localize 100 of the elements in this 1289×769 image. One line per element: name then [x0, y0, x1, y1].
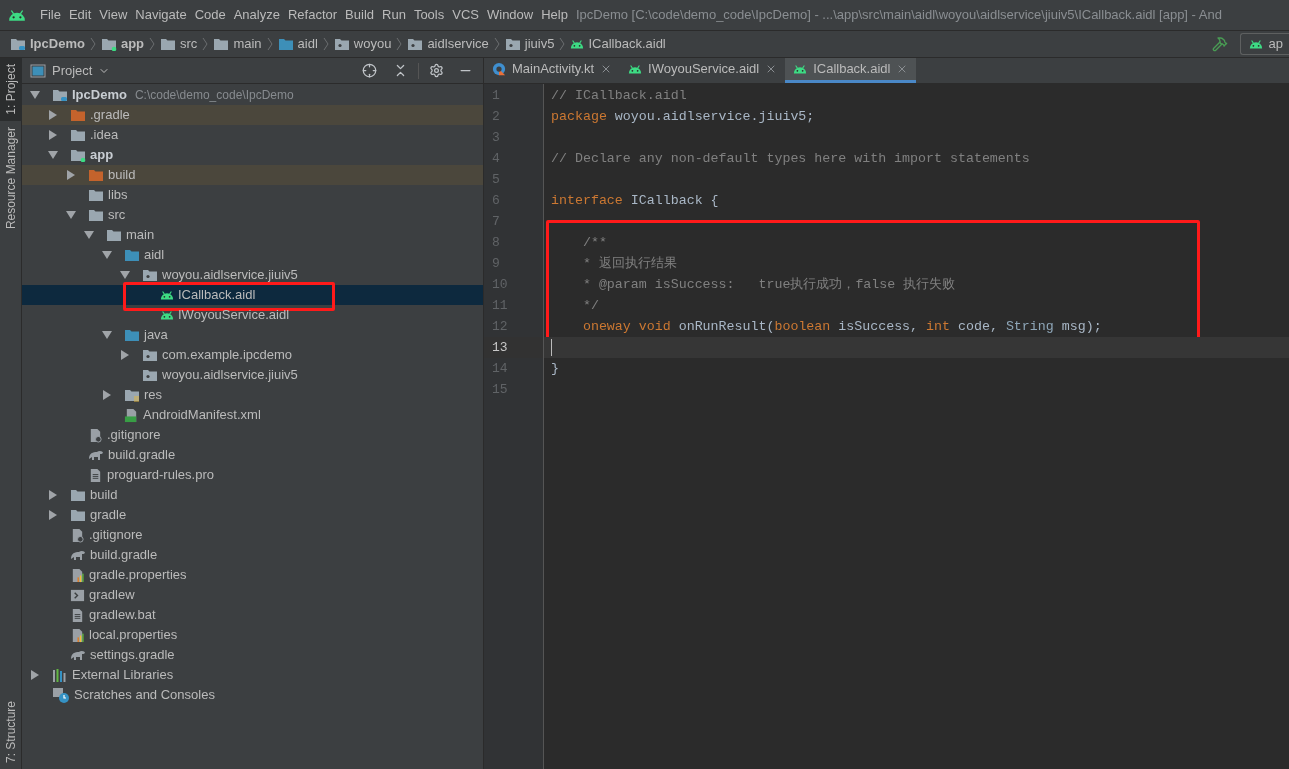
tree-item[interactable]: local.properties — [22, 625, 483, 645]
settings-icon[interactable] — [429, 63, 444, 78]
tree-item-label: gradle.properties — [89, 566, 187, 585]
tool-window-tab[interactable]: 1: Project — [0, 58, 22, 121]
tree-item[interactable]: com.example.ipcdemo — [22, 345, 483, 365]
breadcrumb-item[interactable]: jiuiv5 — [504, 34, 555, 54]
folder-icon — [70, 488, 86, 502]
collapsed-arrow-icon[interactable] — [66, 170, 76, 180]
chevron-icon — [202, 37, 209, 51]
tree-item[interactable]: woyou.aidlservice.jiuiv5 — [22, 365, 483, 385]
menu-item[interactable]: File — [36, 5, 65, 25]
tree-item[interactable]: build.gradle — [22, 545, 483, 565]
tree-item[interactable]: proguard-rules.pro — [22, 465, 483, 485]
tree-item[interactable]: ICallback.aidl — [22, 285, 483, 305]
tree-item-label: woyou.aidlservice.jiuiv5 — [162, 366, 298, 385]
tree-item[interactable]: build — [22, 485, 483, 505]
collapsed-arrow-icon[interactable] — [48, 490, 58, 500]
chevron-icon — [266, 37, 273, 51]
project-view-dropdown[interactable]: Project — [30, 60, 111, 81]
tree-item[interactable]: AndroidManifest.xml — [22, 405, 483, 425]
tree-item[interactable]: Scratches and Consoles — [22, 685, 483, 705]
expanded-arrow-icon[interactable] — [30, 90, 40, 100]
collapsed-arrow-icon[interactable] — [30, 670, 40, 680]
collapsed-arrow-icon[interactable] — [48, 110, 58, 120]
menu-item[interactable]: Analyze — [229, 5, 284, 25]
editor-tab[interactable]: MainActivity.kt — [484, 58, 621, 83]
breadcrumb-item[interactable]: IpcDemo — [10, 34, 85, 54]
tree-item[interactable]: settings.gradle — [22, 645, 483, 665]
breadcrumb-item[interactable]: woyou — [333, 34, 392, 54]
tree-item[interactable]: .gitignore — [22, 425, 483, 445]
tree-item[interactable]: IWoyouService.aidl — [22, 305, 483, 325]
folder-icon — [70, 128, 86, 142]
collapsed-arrow-icon[interactable] — [48, 510, 58, 520]
tree-item[interactable]: aidl — [22, 245, 483, 265]
menu-item[interactable]: Refactor — [283, 5, 342, 25]
tree-item[interactable]: .gradle — [22, 105, 483, 125]
tree-item[interactable]: build.gradle — [22, 445, 483, 465]
menu-item[interactable]: Run — [378, 5, 410, 25]
run-config-dropdown[interactable]: ap — [1239, 33, 1289, 55]
tool-window-tab[interactable]: Resource Manager — [0, 120, 22, 235]
window-icon — [30, 63, 46, 78]
breadcrumb-item[interactable]: aidlservice — [407, 34, 489, 54]
locate-icon[interactable] — [362, 63, 377, 78]
folder-icon — [88, 188, 104, 202]
module-folder-icon — [100, 37, 117, 51]
tree-item[interactable]: app — [22, 145, 483, 165]
tree-item[interactable]: main — [22, 225, 483, 245]
elephant-icon — [70, 649, 86, 661]
tree-item-label: IpcDemo — [72, 86, 127, 105]
collapsed-arrow-icon[interactable] — [102, 390, 112, 400]
expanded-arrow-icon[interactable] — [102, 330, 112, 340]
tree-item[interactable]: src — [22, 205, 483, 225]
tree-item[interactable]: build — [22, 165, 483, 185]
tree-item[interactable]: java — [22, 325, 483, 345]
properties-file-icon — [70, 627, 85, 643]
tree-item[interactable]: gradle.properties — [22, 565, 483, 585]
editor-tab[interactable]: ICallback.aidl — [785, 58, 917, 83]
menu-item[interactable]: Window — [482, 5, 538, 25]
editor-tab[interactable]: IWoyouService.aidl — [620, 58, 786, 83]
folder-icon — [70, 108, 86, 122]
menu-item[interactable]: Code — [190, 5, 230, 25]
code-line: // ICallback.aidl — [551, 86, 687, 105]
tree-item[interactable]: gradlew — [22, 585, 483, 605]
tree-item[interactable]: .idea — [22, 125, 483, 145]
expanded-arrow-icon[interactable] — [120, 270, 130, 280]
code-line: package woyou.aidlservice.jiuiv5; — [551, 107, 815, 126]
menu-item[interactable]: VCS — [448, 5, 483, 25]
menu-item[interactable]: Build — [341, 5, 378, 25]
breadcrumb-item[interactable]: main — [213, 34, 262, 54]
tree-item[interactable]: IpcDemo C:\code\demo_code\IpcDemo — [22, 85, 483, 105]
tree-item[interactable]: libs — [22, 185, 483, 205]
collapsed-arrow-icon[interactable] — [48, 130, 58, 140]
tree-item[interactable]: res — [22, 385, 483, 405]
expanded-arrow-icon[interactable] — [66, 210, 76, 220]
menu-item[interactable]: Tools — [409, 5, 449, 25]
tree-item[interactable]: woyou.aidlservice.jiuiv5 — [22, 265, 483, 285]
breadcrumb-item[interactable]: app — [100, 34, 145, 54]
menu-item[interactable]: Edit — [64, 5, 96, 25]
menu-item[interactable]: Navigate — [131, 5, 191, 25]
expanded-arrow-icon[interactable] — [102, 250, 112, 260]
build-icon[interactable] — [1211, 36, 1228, 52]
folder-icon — [124, 248, 140, 262]
expanded-arrow-icon[interactable] — [84, 230, 94, 240]
collapsed-arrow-icon[interactable] — [120, 350, 130, 360]
tree-item-label: IWoyouService.aidl — [178, 306, 290, 325]
tree-item[interactable]: .gitignore — [22, 525, 483, 545]
tool-window-tab[interactable]: 7: Structure — [0, 694, 22, 769]
breadcrumb-item[interactable]: aidl — [277, 34, 318, 54]
breadcrumb-item[interactable]: src — [160, 34, 198, 54]
code-line: * @param isSuccess: true执行成功，false 执行失败 — [581, 275, 956, 294]
folder-icon — [88, 168, 104, 182]
tree-item[interactable]: gradle — [22, 505, 483, 525]
menu-item[interactable]: View — [95, 5, 132, 25]
expanded-arrow-icon[interactable] — [48, 150, 58, 160]
tree-item[interactable]: gradlew.bat — [22, 605, 483, 625]
menu-item[interactable]: Help — [537, 5, 572, 25]
breadcrumb-item[interactable]: ICallback.aidl — [570, 34, 666, 54]
tree-item-label: res — [144, 386, 163, 405]
chevron-icon — [149, 37, 156, 51]
tree-item[interactable]: External Libraries — [22, 665, 483, 685]
